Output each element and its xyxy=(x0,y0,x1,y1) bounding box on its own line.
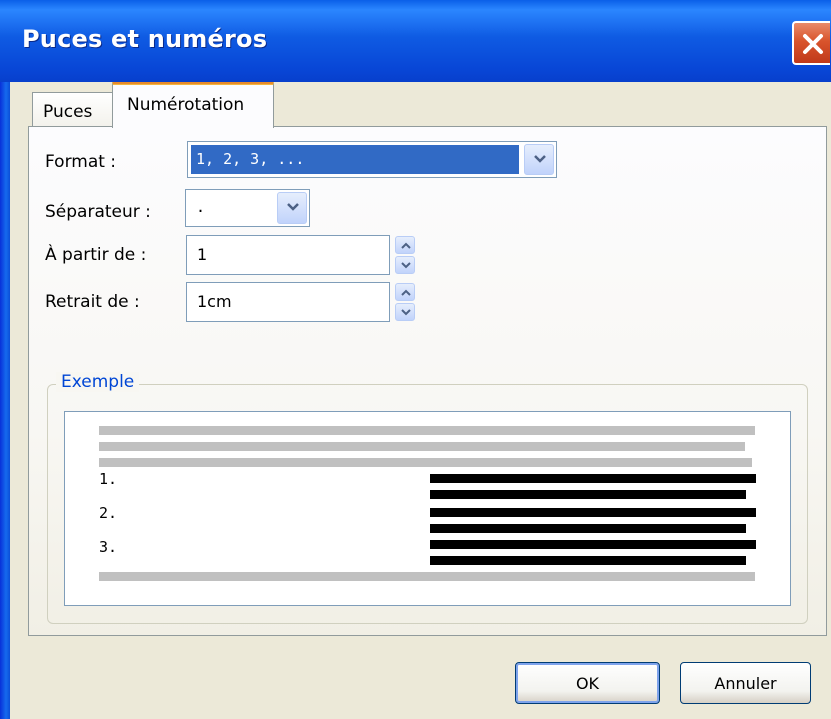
preview-number-2: 2. xyxy=(99,504,118,522)
separator-dropdown[interactable]: . xyxy=(185,189,310,227)
preview-number-3: 3. xyxy=(99,538,118,556)
cancel-button[interactable]: Annuler xyxy=(680,662,811,704)
chevron-up-icon xyxy=(401,289,411,296)
example-legend: Exemple xyxy=(56,372,140,392)
separator-value: . xyxy=(196,198,206,216)
indent-decrement-button[interactable] xyxy=(395,303,415,321)
chevron-down-icon xyxy=(287,203,299,211)
preview-text-line xyxy=(430,508,756,517)
preview-grey-line xyxy=(99,458,752,467)
window-title: Puces et numéros xyxy=(22,25,268,53)
tab-numerotation-label: Numérotation xyxy=(127,95,245,115)
preview-grey-line xyxy=(99,426,755,435)
start-at-label: À partir de : xyxy=(45,245,147,265)
tab-numerotation[interactable]: Numérotation xyxy=(112,82,274,128)
format-dropdown[interactable]: 1, 2, 3, ... xyxy=(187,141,557,178)
chevron-down-icon xyxy=(534,155,546,163)
preview-text-line xyxy=(430,490,746,499)
chevron-down-icon xyxy=(401,309,411,316)
preview-text-line xyxy=(430,540,756,549)
start-at-decrement-button[interactable] xyxy=(395,256,415,274)
preview-text-line xyxy=(430,524,746,533)
start-at-spinner[interactable] xyxy=(395,236,415,274)
indent-increment-button[interactable] xyxy=(395,283,415,301)
chevron-up-icon xyxy=(401,242,411,249)
preview-grey-line xyxy=(99,442,745,451)
format-dropdown-button[interactable] xyxy=(524,144,554,175)
preview-number-1: 1. xyxy=(99,470,118,488)
tab-puces-label: Puces xyxy=(43,102,93,122)
close-icon xyxy=(803,34,823,54)
separator-dropdown-button[interactable] xyxy=(277,192,307,224)
start-at-increment-button[interactable] xyxy=(395,236,415,254)
start-at-input[interactable]: 1 xyxy=(186,235,390,275)
preview-text-line xyxy=(430,556,746,565)
indent-value: 1cm xyxy=(197,292,232,311)
window-frame-left xyxy=(0,0,10,719)
ok-button[interactable]: OK xyxy=(515,662,660,704)
preview-text-line xyxy=(430,474,756,483)
tab-puces[interactable]: Puces xyxy=(32,92,114,126)
example-preview: 1. 2. 3. xyxy=(64,411,791,606)
indent-label: Retrait de : xyxy=(45,292,140,312)
format-value: 1, 2, 3, ... xyxy=(196,150,305,168)
indent-spinner[interactable] xyxy=(395,283,415,321)
separator-label: Séparateur : xyxy=(45,202,151,222)
format-label: Format : xyxy=(45,152,117,172)
preview-grey-line xyxy=(99,572,755,581)
title-bar[interactable]: Puces et numéros xyxy=(0,0,831,82)
ok-button-label: OK xyxy=(575,674,600,693)
chevron-down-icon xyxy=(401,262,411,269)
close-button[interactable] xyxy=(792,21,830,65)
start-at-value: 1 xyxy=(197,245,208,264)
indent-input[interactable]: 1cm xyxy=(186,282,390,322)
cancel-button-label: Annuler xyxy=(714,674,777,693)
